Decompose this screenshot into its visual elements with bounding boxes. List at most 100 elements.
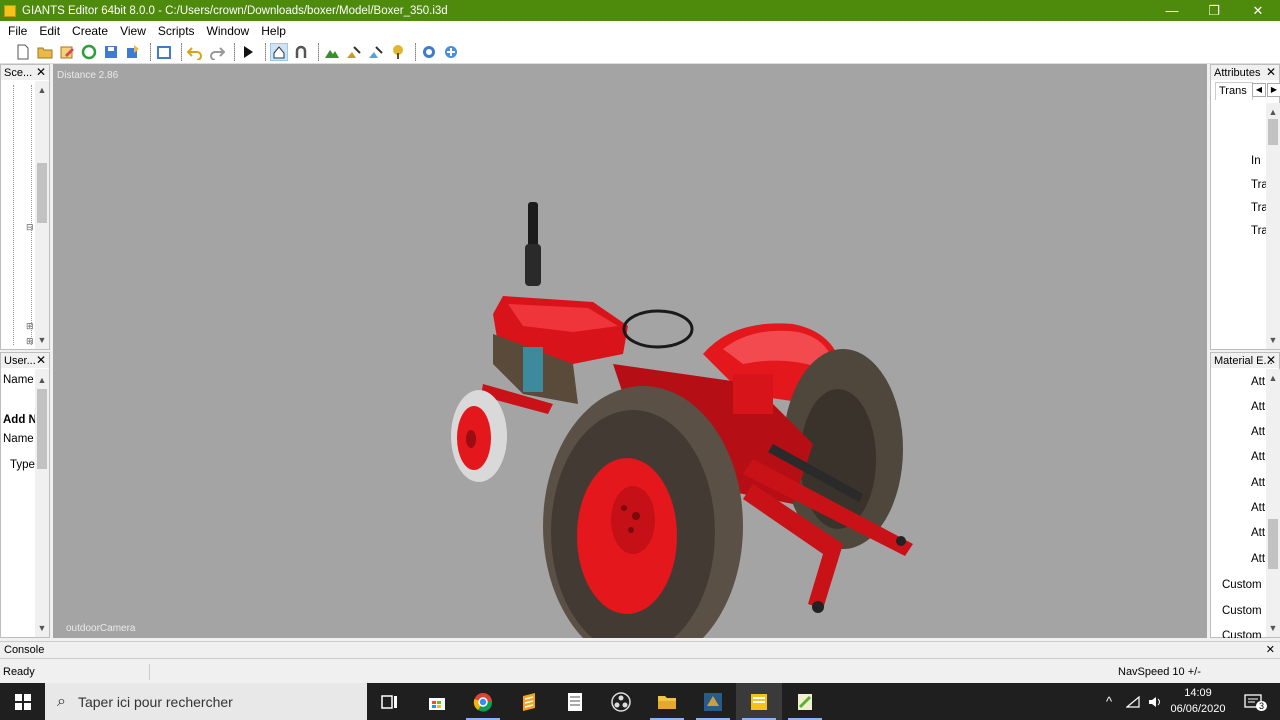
giants-editor-icon[interactable] bbox=[736, 683, 782, 720]
toolbar-separator bbox=[415, 42, 416, 61]
material-scrollbar[interactable]: ▲ ▼ bbox=[1266, 369, 1280, 637]
scroll-down-icon[interactable]: ▼ bbox=[35, 333, 49, 347]
scroll-thumb[interactable] bbox=[1268, 519, 1278, 569]
close-icon[interactable]: ✕ bbox=[36, 353, 46, 367]
scroll-thumb[interactable] bbox=[37, 163, 47, 223]
foliage-icon[interactable] bbox=[389, 43, 407, 61]
sublime-icon[interactable] bbox=[506, 683, 552, 720]
chrome-icon[interactable] bbox=[460, 683, 506, 720]
attributes-title: Attributes bbox=[1214, 66, 1261, 79]
collapse-icon[interactable]: ⊟ bbox=[26, 222, 34, 233]
menu-view[interactable]: View bbox=[114, 24, 152, 38]
taskbar-clock[interactable]: 14:09 06/06/2020 bbox=[1168, 685, 1228, 717]
scroll-thumb[interactable] bbox=[1268, 119, 1278, 145]
play-icon[interactable] bbox=[239, 43, 257, 61]
restore-button[interactable]: ❐ bbox=[1192, 0, 1236, 21]
material-editor-panel: Material E... ✕ Att Att Att Att Att Att … bbox=[1210, 352, 1280, 638]
select-icon[interactable] bbox=[270, 42, 288, 61]
menu-bar: File Edit Create View Scripts Window Hel… bbox=[0, 21, 1280, 40]
title-bar: GIANTS Editor 64bit 8.0.0 - C:/Users/cro… bbox=[0, 0, 1280, 21]
material-editor-title: Material E... bbox=[1214, 354, 1273, 367]
user-attributes-panel: User... ✕ Name Add N Name Type ▲ ▼ bbox=[0, 352, 50, 638]
scroll-down-icon[interactable]: ▼ bbox=[1266, 333, 1280, 347]
toolbar-separator bbox=[150, 42, 151, 61]
console-title: Console bbox=[4, 644, 45, 656]
obs-icon[interactable] bbox=[598, 683, 644, 720]
volume-icon[interactable] bbox=[1144, 683, 1166, 720]
scenegraph-scrollbar[interactable]: ▲ ▼ bbox=[35, 81, 49, 349]
game-app-icon[interactable] bbox=[690, 683, 736, 720]
tab-left-icon[interactable]: ◀ bbox=[1252, 83, 1266, 97]
close-window-button[interactable]: ✕ bbox=[1236, 0, 1280, 21]
3d-viewport[interactable]: Distance 2.86 outdoorCamera bbox=[53, 64, 1207, 638]
scroll-down-icon[interactable]: ▼ bbox=[35, 621, 49, 635]
refresh-icon[interactable] bbox=[80, 43, 98, 61]
store-icon[interactable] bbox=[414, 683, 460, 720]
new-file-icon[interactable] bbox=[14, 43, 32, 61]
network-icon[interactable] bbox=[1122, 683, 1144, 720]
rotate-icon[interactable] bbox=[420, 43, 438, 61]
redo-icon[interactable] bbox=[208, 43, 226, 61]
menu-file[interactable]: File bbox=[0, 24, 33, 38]
notepad-plus-icon[interactable] bbox=[782, 683, 828, 720]
scroll-thumb[interactable] bbox=[37, 389, 47, 469]
material-row: Att bbox=[1251, 553, 1266, 565]
notepad-icon[interactable] bbox=[552, 683, 598, 720]
tab-right-icon[interactable]: ▶ bbox=[1267, 83, 1280, 97]
expand-icon[interactable]: ⊞ bbox=[26, 336, 34, 347]
tray-chevron-icon[interactable]: ^ bbox=[1098, 683, 1120, 720]
file-explorer-icon[interactable] bbox=[644, 683, 690, 720]
material-row: Att bbox=[1251, 502, 1266, 514]
attributes-scrollbar[interactable]: ▲ ▼ bbox=[1266, 103, 1280, 349]
menu-scripts[interactable]: Scripts bbox=[152, 24, 201, 38]
import-icon[interactable] bbox=[155, 43, 173, 61]
magnet-icon[interactable] bbox=[292, 43, 310, 61]
toolbar-separator bbox=[265, 42, 266, 61]
attribute-row: In bbox=[1251, 155, 1261, 167]
status-bar: Ready NavSpeed 10 +/- bbox=[0, 662, 1280, 682]
terrain-icon[interactable] bbox=[323, 43, 341, 61]
scroll-up-icon[interactable]: ▲ bbox=[35, 83, 49, 97]
material-row: Att bbox=[1251, 401, 1266, 413]
scroll-up-icon[interactable]: ▲ bbox=[1266, 371, 1280, 385]
menu-create[interactable]: Create bbox=[66, 24, 114, 38]
user-attributes-header: User... ✕ bbox=[1, 353, 49, 368]
user-attributes-scrollbar[interactable]: ▲ ▼ bbox=[35, 369, 49, 637]
notification-center-icon[interactable]: 3 bbox=[1238, 683, 1268, 720]
material-row: Att bbox=[1251, 527, 1266, 539]
status-text: Ready bbox=[3, 666, 35, 678]
name-label-2: Name bbox=[3, 433, 34, 445]
status-separator bbox=[149, 664, 150, 680]
menu-window[interactable]: Window bbox=[201, 24, 256, 38]
material-row: Custom bbox=[1222, 579, 1262, 591]
close-icon[interactable]: ✕ bbox=[36, 65, 46, 79]
material-row: Att bbox=[1251, 426, 1266, 438]
task-view-icon[interactable] bbox=[367, 683, 413, 720]
tractor-model[interactable] bbox=[53, 64, 1207, 638]
scroll-down-icon[interactable]: ▼ bbox=[1266, 621, 1280, 635]
export-icon[interactable] bbox=[124, 43, 142, 61]
save-icon[interactable] bbox=[102, 43, 120, 61]
console-panel: Console ✕ bbox=[0, 641, 1280, 659]
paint-icon[interactable] bbox=[345, 43, 363, 61]
menu-help[interactable]: Help bbox=[255, 24, 292, 38]
search-placeholder: Taper ici pour rechercher bbox=[77, 693, 233, 710]
expand-icon[interactable]: ⊞ bbox=[26, 321, 34, 332]
tab-transform[interactable]: Trans bbox=[1215, 82, 1253, 100]
windows-start-icon[interactable] bbox=[0, 683, 45, 720]
settings-icon[interactable] bbox=[442, 43, 460, 61]
close-icon[interactable]: ✕ bbox=[1266, 353, 1276, 367]
taskbar-search[interactable]: ⌕ Taper ici pour rechercher bbox=[45, 683, 367, 720]
scroll-up-icon[interactable]: ▲ bbox=[1266, 105, 1280, 119]
menu-edit[interactable]: Edit bbox=[33, 24, 66, 38]
minimize-button[interactable]: — bbox=[1150, 0, 1194, 21]
close-icon[interactable]: ✕ bbox=[1266, 65, 1276, 79]
open-folder-icon[interactable] bbox=[36, 43, 54, 61]
undo-icon[interactable] bbox=[186, 43, 204, 61]
edit-icon[interactable] bbox=[58, 43, 76, 61]
material-row: Att bbox=[1251, 451, 1266, 463]
sculpt-icon[interactable] bbox=[367, 43, 385, 61]
toolbar bbox=[0, 40, 1280, 64]
scroll-up-icon[interactable]: ▲ bbox=[35, 373, 49, 387]
close-icon[interactable]: ✕ bbox=[1266, 643, 1275, 656]
